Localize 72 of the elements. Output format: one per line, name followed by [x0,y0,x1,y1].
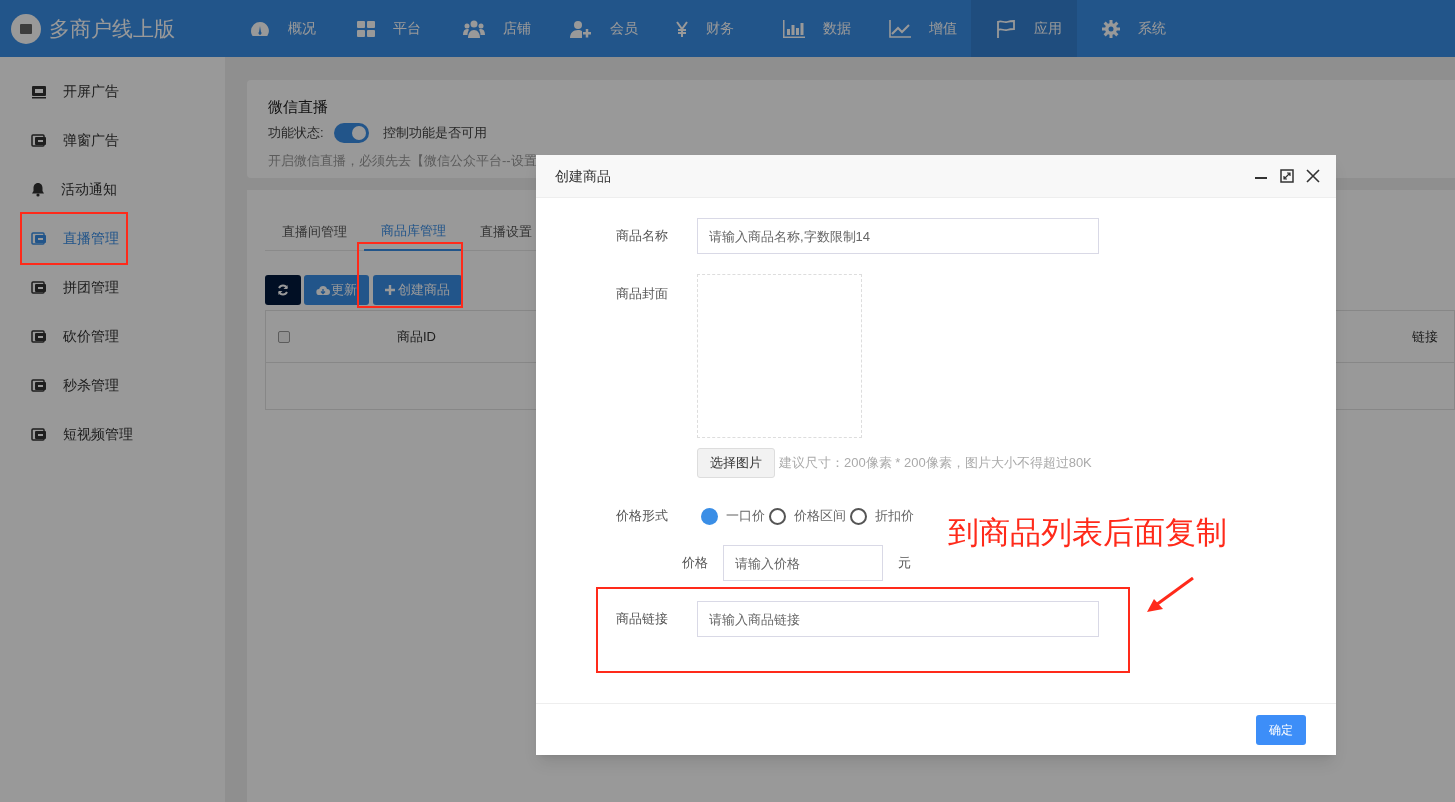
update-button[interactable]: 更新 [304,275,369,305]
nav-tab[interactable]: 财务 [651,0,758,57]
dialog-title: 创建商品 [555,166,611,186]
screen-icon [31,231,47,246]
ad-icon [31,84,47,99]
price-type-radio[interactable]: 一口价 [701,506,765,526]
form-label: 商品名称 [616,227,669,246]
nav-tab[interactable]: 数据 [757,0,864,57]
screen-icon [31,427,47,442]
screen-icon [31,280,47,295]
nav-tab[interactable]: 会员 [544,0,651,57]
brand-title: 多商户线上版 [49,15,175,42]
screen-icon [31,329,47,344]
refresh-icon [277,284,289,296]
sidebar-item[interactable]: 拼团管理 [0,263,225,312]
nav-tab[interactable]: 概况 [225,0,332,57]
create-product-button[interactable]: 创建商品 [373,275,462,305]
screen-icon [31,133,47,148]
product-name-field[interactable]: 请输入商品名称,字数限制14 [697,218,1099,254]
dashboard-icon [250,20,270,37]
sidebar-item[interactable]: 弹窗广告 [0,116,225,165]
nav-tab[interactable]: 店铺 [438,0,545,57]
settings-icon [1102,19,1120,38]
plus-icon [385,285,395,295]
toggle-hint: 控制功能是否可用 [382,123,487,142]
cover-hint: 建议尺寸：200像素 * 200像素，图片大小不得超过80K [779,454,1092,473]
form-label: 商品链接 [616,610,669,629]
sidebar-item[interactable]: 活动通知 [0,165,225,214]
notice-text: 开启微信直播，必须先去【微信公众平台--设置 [268,151,538,170]
select-all-checkbox[interactable] [278,330,290,343]
form-label: 商品封面 [616,285,669,303]
add-user-icon [569,19,592,38]
logo-icon [11,13,41,44]
form-label: 价格形式 [616,507,669,526]
price-field[interactable]: 请输入价格 [723,545,883,581]
form-label: 价格 [682,554,709,573]
bell-icon [31,182,45,197]
annotation-text: 到商品列表后面复制 [948,514,1227,552]
maximize-icon[interactable] [1280,169,1294,183]
choose-image-button[interactable]: 选择图片 [697,448,775,478]
sidebar-item[interactable]: 秒杀管理 [0,361,225,410]
annotation-arrow [1146,577,1195,614]
price-type-radio[interactable]: 价格区间 [769,506,846,526]
sidebar-item[interactable]: 短视频管理 [0,410,225,459]
tab[interactable]: 商品库管理 [364,212,463,251]
tab[interactable]: 直播间管理 [265,212,364,251]
yen-icon [676,20,688,37]
nav-tab[interactable]: 增值 [864,0,971,57]
screen-icon [31,378,47,393]
price-type-radio[interactable]: 折扣价 [850,506,914,526]
sidebar-item[interactable]: 砍价管理 [0,312,225,361]
grid-icon [356,20,375,37]
card-title: 微信直播 [268,97,329,117]
users-icon [463,19,485,38]
nav-tab[interactable]: 平台 [331,0,438,57]
refresh-button[interactable] [265,275,301,305]
status-label: 功能状态: [268,123,324,142]
sidebar-item[interactable]: 直播管理 [0,214,225,263]
price-unit: 元 [898,554,911,573]
nav-tab[interactable]: 应用 [970,0,1077,57]
sidebar-item[interactable]: 开屏广告 [0,67,225,116]
bar-chart-icon [782,19,805,38]
flag-icon [995,19,1016,38]
confirm-button[interactable]: 确定 [1256,714,1306,745]
line-chart-icon [889,19,911,38]
column-header: 商品ID [397,327,436,346]
toggle-switch[interactable] [333,122,369,143]
cloud-download-icon [316,284,330,296]
column-header: 链接 [1412,327,1438,346]
nav-tab[interactable]: 系统 [1077,0,1184,57]
close-icon[interactable] [1306,169,1320,183]
product-link-field[interactable]: 请输入商品链接 [697,601,1099,637]
